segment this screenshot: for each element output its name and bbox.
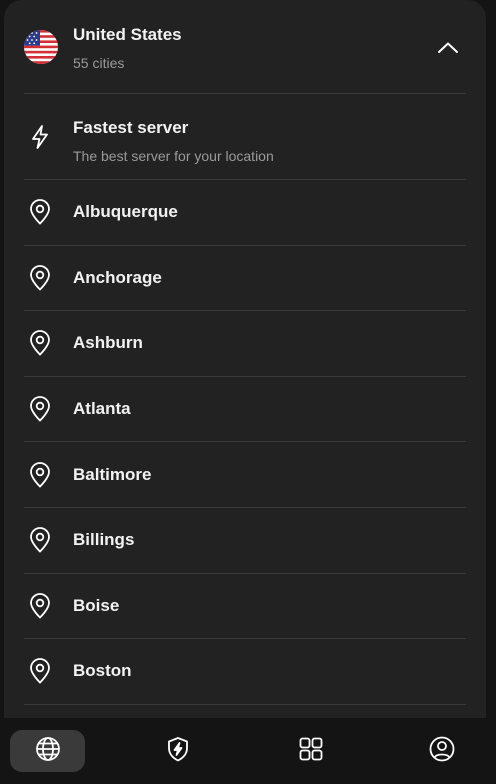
fastest-server-item[interactable]: Fastest server The best server for your … xyxy=(24,94,466,180)
chevron-up-icon[interactable] xyxy=(436,36,460,60)
city-item-atlanta[interactable]: Atlanta xyxy=(24,377,466,443)
city-label: Baltimore xyxy=(73,464,152,484)
city-label: Ashburn xyxy=(73,333,143,353)
location-pin-icon xyxy=(26,592,54,620)
country-header[interactable]: United States 55 cities xyxy=(24,0,466,94)
city-label: Boise xyxy=(73,595,120,615)
location-pin-icon xyxy=(26,198,54,226)
location-pin-icon xyxy=(26,329,54,357)
nav-countries-tab[interactable] xyxy=(10,730,85,772)
city-label: Boston xyxy=(73,661,132,681)
account-icon xyxy=(428,735,456,768)
bottom-navigation xyxy=(0,718,496,784)
city-item-billings[interactable]: Billings xyxy=(24,508,466,574)
nav-protection-tab[interactable] xyxy=(150,730,206,772)
app-screen: United States 55 cities Fastest server T… xyxy=(0,0,496,784)
city-item-ashburn[interactable]: Ashburn xyxy=(24,311,466,377)
shield-bolt-icon xyxy=(164,735,192,768)
globe-icon xyxy=(34,735,62,768)
nav-apps-tab[interactable] xyxy=(283,730,339,772)
location-pin-icon xyxy=(26,461,54,489)
location-pin-icon xyxy=(26,395,54,423)
us-flag-icon xyxy=(24,30,58,64)
nav-account-tab[interactable] xyxy=(414,730,470,772)
grid-icon xyxy=(297,735,325,768)
city-item-albuquerque[interactable]: Albuquerque xyxy=(24,180,466,246)
city-item-boise[interactable]: Boise xyxy=(24,574,466,640)
location-pin-icon xyxy=(26,657,54,685)
lightning-icon xyxy=(26,123,54,151)
location-pin-icon xyxy=(26,264,54,292)
city-item-boston[interactable]: Boston xyxy=(24,639,466,705)
city-label: Anchorage xyxy=(73,267,162,287)
country-city-count: 55 cities xyxy=(73,55,125,71)
city-item-anchorage[interactable]: Anchorage xyxy=(24,246,466,312)
fastest-server-label: Fastest server xyxy=(73,118,189,137)
location-pin-icon xyxy=(26,526,54,554)
city-label: Albuquerque xyxy=(73,202,178,222)
country-name: United States xyxy=(73,25,182,44)
fastest-server-description: The best server for your location xyxy=(73,148,274,164)
city-label: Billings xyxy=(73,530,135,550)
city-label: Atlanta xyxy=(73,399,131,419)
server-list-panel: United States 55 cities Fastest server T… xyxy=(4,0,486,718)
city-item-baltimore[interactable]: Baltimore xyxy=(24,442,466,508)
